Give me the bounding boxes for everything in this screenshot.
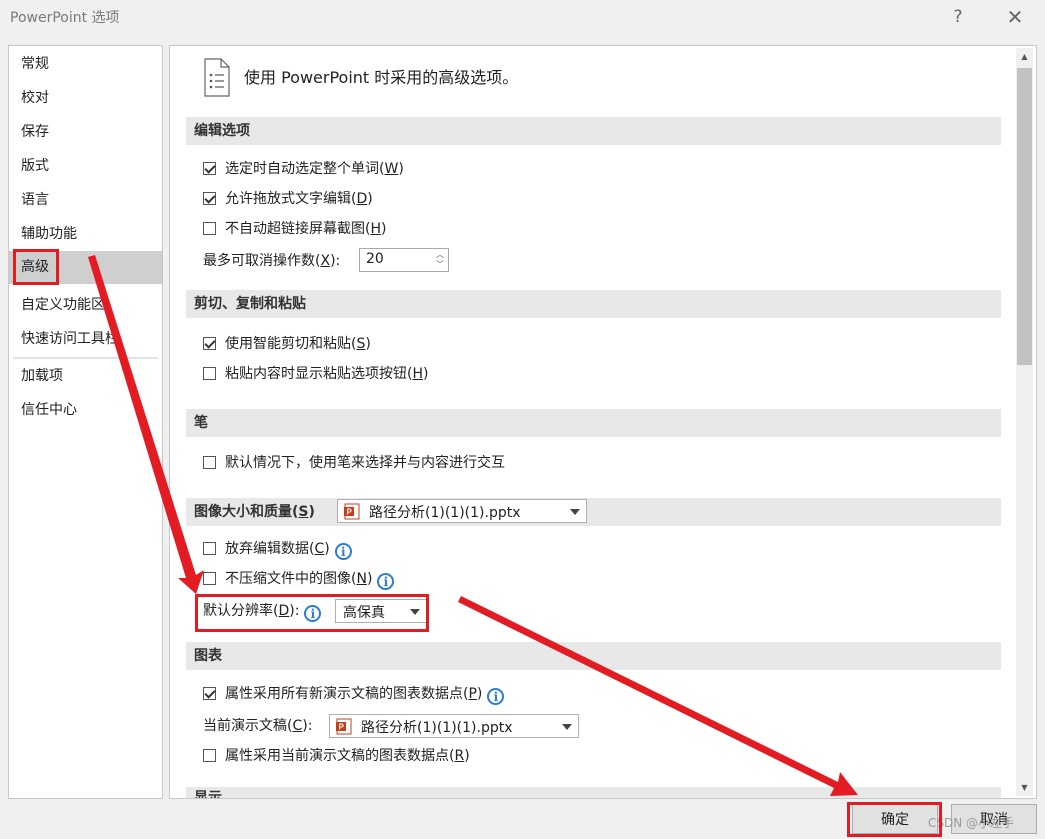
arrow-to-ok xyxy=(458,596,858,796)
arrow-to-resolution xyxy=(88,255,204,594)
annotation-arrows xyxy=(88,255,858,796)
